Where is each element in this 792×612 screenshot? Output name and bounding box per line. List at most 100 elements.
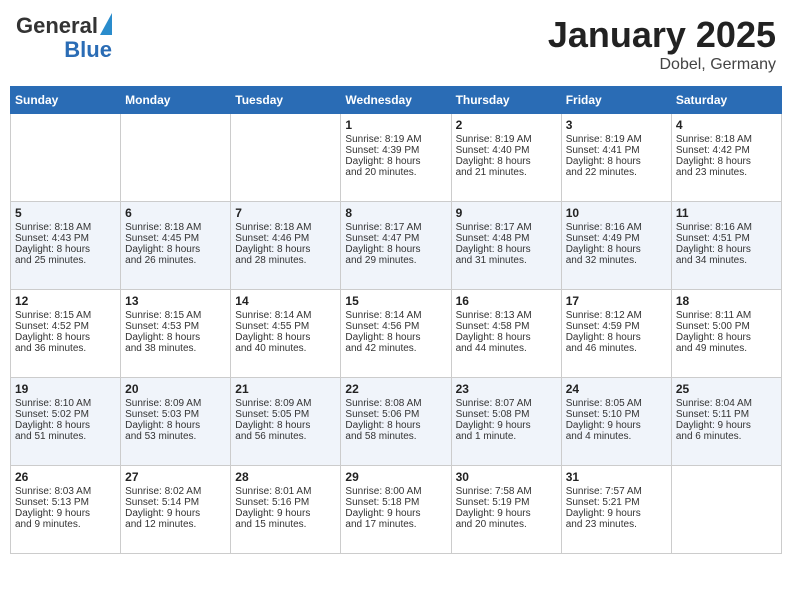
page-header: General Blue January 2025 Dobel, Germany bbox=[10, 10, 782, 78]
calendar-cell: 29Sunrise: 8:00 AMSunset: 5:18 PMDayligh… bbox=[341, 466, 451, 554]
calendar-cell: 15Sunrise: 8:14 AMSunset: 4:56 PMDayligh… bbox=[341, 290, 451, 378]
calendar-cell: 28Sunrise: 8:01 AMSunset: 5:16 PMDayligh… bbox=[231, 466, 341, 554]
day-number: 14 bbox=[235, 294, 336, 308]
day-number: 28 bbox=[235, 470, 336, 484]
day-info: Daylight: 8 hours bbox=[676, 244, 777, 255]
day-info: and 15 minutes. bbox=[235, 519, 336, 530]
day-info: Sunset: 5:08 PM bbox=[456, 409, 557, 420]
day-number: 9 bbox=[456, 206, 557, 220]
day-info: Sunrise: 8:19 AM bbox=[456, 134, 557, 145]
col-header-sunday: Sunday bbox=[11, 87, 121, 114]
day-info: and 58 minutes. bbox=[345, 431, 446, 442]
day-info: and 51 minutes. bbox=[15, 431, 116, 442]
day-info: Sunset: 5:16 PM bbox=[235, 497, 336, 508]
calendar-cell: 23Sunrise: 8:07 AMSunset: 5:08 PMDayligh… bbox=[451, 378, 561, 466]
day-info: Sunset: 4:47 PM bbox=[345, 233, 446, 244]
day-info: Daylight: 9 hours bbox=[235, 508, 336, 519]
day-info: and 40 minutes. bbox=[235, 343, 336, 354]
col-header-wednesday: Wednesday bbox=[341, 87, 451, 114]
day-info: Sunset: 4:55 PM bbox=[235, 321, 336, 332]
col-header-friday: Friday bbox=[561, 87, 671, 114]
calendar-cell: 24Sunrise: 8:05 AMSunset: 5:10 PMDayligh… bbox=[561, 378, 671, 466]
day-info: and 23 minutes. bbox=[676, 167, 777, 178]
day-info: Sunrise: 8:00 AM bbox=[345, 486, 446, 497]
day-info: Sunset: 5:21 PM bbox=[566, 497, 667, 508]
day-info: and 20 minutes. bbox=[345, 167, 446, 178]
day-info: Sunset: 5:10 PM bbox=[566, 409, 667, 420]
logo-triangle-icon bbox=[100, 13, 112, 35]
day-info: and 36 minutes. bbox=[15, 343, 116, 354]
day-info: Daylight: 9 hours bbox=[125, 508, 226, 519]
day-info: Sunset: 4:48 PM bbox=[456, 233, 557, 244]
day-info: Daylight: 8 hours bbox=[345, 420, 446, 431]
calendar-cell bbox=[121, 114, 231, 202]
day-info: Daylight: 8 hours bbox=[125, 332, 226, 343]
day-info: Daylight: 8 hours bbox=[15, 420, 116, 431]
day-number: 24 bbox=[566, 382, 667, 396]
calendar-cell: 27Sunrise: 8:02 AMSunset: 5:14 PMDayligh… bbox=[121, 466, 231, 554]
day-info: Sunset: 4:49 PM bbox=[566, 233, 667, 244]
day-number: 5 bbox=[15, 206, 116, 220]
day-info: and 46 minutes. bbox=[566, 343, 667, 354]
calendar-cell: 13Sunrise: 8:15 AMSunset: 4:53 PMDayligh… bbox=[121, 290, 231, 378]
day-info: Daylight: 8 hours bbox=[456, 156, 557, 167]
calendar-cell bbox=[11, 114, 121, 202]
calendar-week-row: 1Sunrise: 8:19 AMSunset: 4:39 PMDaylight… bbox=[11, 114, 782, 202]
day-info: and 1 minute. bbox=[456, 431, 557, 442]
day-info: and 32 minutes. bbox=[566, 255, 667, 266]
day-info: Daylight: 8 hours bbox=[345, 156, 446, 167]
day-number: 18 bbox=[676, 294, 777, 308]
day-info: Sunset: 4:59 PM bbox=[566, 321, 667, 332]
day-info: and 31 minutes. bbox=[456, 255, 557, 266]
day-info: Sunrise: 8:13 AM bbox=[456, 310, 557, 321]
day-info: and 28 minutes. bbox=[235, 255, 336, 266]
day-info: Sunrise: 8:11 AM bbox=[676, 310, 777, 321]
day-info: Daylight: 8 hours bbox=[456, 332, 557, 343]
day-info: Daylight: 8 hours bbox=[456, 244, 557, 255]
day-info: Sunset: 4:56 PM bbox=[345, 321, 446, 332]
calendar-cell: 10Sunrise: 8:16 AMSunset: 4:49 PMDayligh… bbox=[561, 202, 671, 290]
day-number: 6 bbox=[125, 206, 226, 220]
day-number: 21 bbox=[235, 382, 336, 396]
day-info: Sunrise: 8:18 AM bbox=[125, 222, 226, 233]
day-number: 10 bbox=[566, 206, 667, 220]
day-info: Daylight: 9 hours bbox=[676, 420, 777, 431]
day-info: and 26 minutes. bbox=[125, 255, 226, 266]
calendar-cell: 18Sunrise: 8:11 AMSunset: 5:00 PMDayligh… bbox=[671, 290, 781, 378]
title-block: January 2025 Dobel, Germany bbox=[548, 14, 776, 74]
day-info: Sunrise: 8:18 AM bbox=[15, 222, 116, 233]
col-header-thursday: Thursday bbox=[451, 87, 561, 114]
day-info: and 12 minutes. bbox=[125, 519, 226, 530]
day-info: Sunrise: 7:58 AM bbox=[456, 486, 557, 497]
day-info: and 42 minutes. bbox=[345, 343, 446, 354]
day-number: 16 bbox=[456, 294, 557, 308]
day-info: Daylight: 8 hours bbox=[676, 332, 777, 343]
day-info: Sunrise: 8:19 AM bbox=[566, 134, 667, 145]
day-number: 1 bbox=[345, 118, 446, 132]
day-info: Sunset: 4:42 PM bbox=[676, 145, 777, 156]
calendar-cell: 12Sunrise: 8:15 AMSunset: 4:52 PMDayligh… bbox=[11, 290, 121, 378]
day-number: 23 bbox=[456, 382, 557, 396]
day-info: Sunset: 5:02 PM bbox=[15, 409, 116, 420]
day-number: 31 bbox=[566, 470, 667, 484]
calendar-cell bbox=[231, 114, 341, 202]
day-info: Sunrise: 7:57 AM bbox=[566, 486, 667, 497]
calendar-week-row: 26Sunrise: 8:03 AMSunset: 5:13 PMDayligh… bbox=[11, 466, 782, 554]
calendar-week-row: 5Sunrise: 8:18 AMSunset: 4:43 PMDaylight… bbox=[11, 202, 782, 290]
day-info: and 38 minutes. bbox=[125, 343, 226, 354]
day-info: and 23 minutes. bbox=[566, 519, 667, 530]
col-header-tuesday: Tuesday bbox=[231, 87, 341, 114]
day-info: Daylight: 8 hours bbox=[235, 420, 336, 431]
day-info: Daylight: 8 hours bbox=[345, 332, 446, 343]
calendar-cell: 6Sunrise: 8:18 AMSunset: 4:45 PMDaylight… bbox=[121, 202, 231, 290]
logo: General Blue bbox=[16, 14, 112, 62]
calendar-cell: 2Sunrise: 8:19 AMSunset: 4:40 PMDaylight… bbox=[451, 114, 561, 202]
day-info: Sunset: 5:05 PM bbox=[235, 409, 336, 420]
day-info: Sunrise: 8:02 AM bbox=[125, 486, 226, 497]
day-number: 20 bbox=[125, 382, 226, 396]
day-number: 8 bbox=[345, 206, 446, 220]
day-info: Daylight: 8 hours bbox=[235, 244, 336, 255]
day-info: and 21 minutes. bbox=[456, 167, 557, 178]
day-number: 11 bbox=[676, 206, 777, 220]
day-info: Sunset: 4:45 PM bbox=[125, 233, 226, 244]
